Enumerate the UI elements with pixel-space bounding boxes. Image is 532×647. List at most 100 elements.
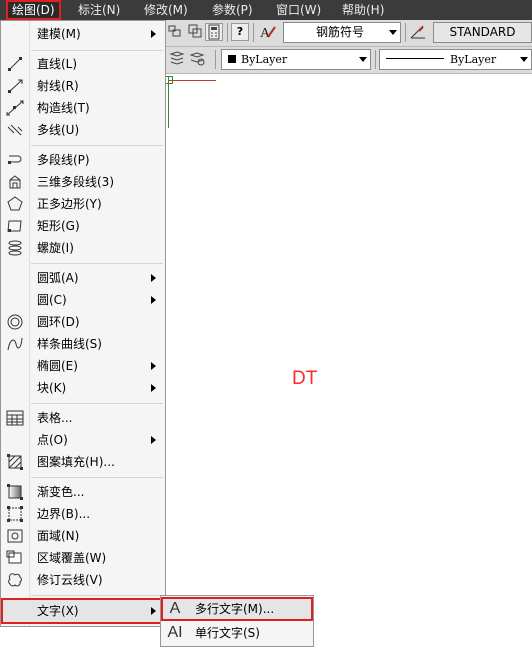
menu-item-polyline[interactable]: 多段线(P)	[1, 149, 165, 171]
canvas-text: DT	[292, 368, 318, 389]
menu-item-polygon[interactable]: 正多边形(Y)	[1, 193, 165, 215]
menu-item-label: 射线(R)	[37, 79, 79, 93]
copy-tool-icon[interactable]	[187, 23, 205, 41]
layer-states-icon[interactable]	[169, 50, 187, 68]
menu-item-hatch[interactable]: 图案填充(H)...	[1, 451, 165, 473]
menu-modify[interactable]: 修改(M)	[138, 0, 194, 20]
menu-item-helix[interactable]: 螺旋(I)	[1, 237, 165, 259]
ucs-x-axis	[168, 80, 216, 81]
submenu-item-single-line-text[interactable]: AI 单行文字(S)	[161, 621, 313, 645]
color-swatch-icon	[228, 55, 236, 63]
menu-draw[interactable]: 绘图(D)	[6, 0, 61, 20]
boundary-icon	[6, 506, 24, 522]
menu-item-label: 圆弧(A)	[37, 271, 79, 285]
layer-tool-icon[interactable]	[167, 23, 185, 41]
revcloud-icon	[6, 572, 24, 588]
menu-item-spline[interactable]: 样条曲线(S)	[1, 333, 165, 355]
menu-item-multiline[interactable]: 多线(U)	[1, 119, 165, 141]
mtext-icon: A	[169, 600, 181, 617]
submenu-item-mtext[interactable]: A 多行文字(M)...	[161, 597, 313, 621]
xline-icon	[6, 100, 24, 116]
chevron-down-icon	[359, 57, 367, 62]
menu-item-3d-polyline[interactable]: 三维多段线(3)	[1, 171, 165, 193]
menu-item-revision-cloud[interactable]: 修订云线(V)	[1, 569, 165, 591]
submenu-arrow-icon	[151, 607, 156, 615]
menu-item-label: 构造线(T)	[37, 101, 90, 115]
menu-item-label: 建模(M)	[37, 27, 81, 41]
menu-item-label: 区域覆盖(W)	[37, 551, 107, 565]
submenu-arrow-icon	[151, 274, 156, 282]
color-combo[interactable]: ByLayer	[221, 49, 371, 70]
menu-item-block[interactable]: 块(K)	[1, 377, 165, 399]
menu-item-ray[interactable]: 射线(R)	[1, 75, 165, 97]
menu-item-region[interactable]: 面域(N)	[1, 525, 165, 547]
menu-parametric[interactable]: 参数(P)	[206, 0, 259, 20]
single-line-text-icon: AI	[167, 624, 183, 641]
draw-menu: 建模(M) 直线(L) 射线(R) 构造线(T) 多线(U) 多段线(P) 三维…	[0, 20, 166, 627]
text-style-icon[interactable]: A	[259, 23, 277, 41]
table-icon	[6, 410, 24, 426]
drawing-canvas[interactable]	[165, 74, 532, 647]
gradient-icon	[6, 484, 24, 500]
color-combo-value: ByLayer	[241, 53, 288, 66]
menu-window[interactable]: 窗口(W)	[270, 0, 327, 20]
menu-item-table[interactable]: 表格...	[1, 407, 165, 429]
submenu-arrow-icon	[151, 362, 156, 370]
menu-item-point[interactable]: 点(O)	[1, 429, 165, 451]
menu-item-label: 面域(N)	[37, 529, 80, 543]
submenu-arrow-icon	[151, 384, 156, 392]
menu-item-label: 圆环(D)	[37, 315, 80, 329]
menu-item-boundary[interactable]: 边界(B)...	[1, 503, 165, 525]
calculator-icon[interactable]	[205, 23, 223, 41]
menu-item-label: 块(K)	[37, 381, 67, 395]
menu-item-label: 表格...	[37, 411, 73, 425]
ucs-origin-icon	[165, 76, 173, 84]
menu-item-rectangle[interactable]: 矩形(G)	[1, 215, 165, 237]
donut-icon	[6, 314, 24, 330]
text-submenu: A 多行文字(M)... AI 单行文字(S)	[160, 595, 314, 647]
menu-item-text[interactable]: 文字(X)	[1, 598, 165, 624]
submenu-arrow-icon	[151, 296, 156, 304]
linetype-combo[interactable]: ByLayer	[379, 49, 532, 70]
menubar: 绘图(D) 标注(N) 修改(M) 参数(P) 窗口(W) 帮助(H)	[0, 0, 532, 20]
3d-polyline-icon	[6, 174, 24, 190]
menu-item-label: 样条曲线(S)	[37, 337, 102, 351]
menu-item-label: 螺旋(I)	[37, 241, 74, 255]
menu-dimension[interactable]: 标注(N)	[72, 0, 126, 20]
chevron-down-icon	[520, 57, 528, 62]
menu-item-gradient[interactable]: 渐变色...	[1, 481, 165, 503]
line-icon	[6, 56, 24, 72]
chevron-down-icon	[389, 30, 397, 35]
wipeout-icon	[6, 550, 24, 566]
linetype-line-icon	[386, 58, 444, 59]
region-icon	[6, 528, 24, 544]
menu-help[interactable]: 帮助(H)	[336, 0, 390, 20]
menu-item-label: 多段线(P)	[37, 153, 90, 167]
mline-icon	[6, 122, 24, 138]
submenu-item-label: 多行文字(M)...	[195, 602, 275, 616]
layer-previous-icon[interactable]	[189, 50, 207, 68]
menu-item-wipeout[interactable]: 区域覆盖(W)	[1, 547, 165, 569]
polyline-icon	[6, 152, 24, 168]
menu-item-label: 三维多段线(3)	[37, 175, 114, 189]
dim-style-button[interactable]: STANDARD	[433, 22, 532, 43]
help-button[interactable]: ?	[231, 23, 249, 41]
menu-item-modeling[interactable]: 建模(M)	[1, 23, 165, 45]
submenu-arrow-icon	[151, 30, 156, 38]
dim-style-icon[interactable]	[409, 23, 427, 41]
helix-icon	[6, 240, 24, 256]
menu-item-label: 多线(U)	[37, 123, 80, 137]
menu-item-arc[interactable]: 圆弧(A)	[1, 267, 165, 289]
hatch-icon	[6, 454, 24, 470]
menu-item-line[interactable]: 直线(L)	[1, 53, 165, 75]
menu-item-ellipse[interactable]: 椭圆(E)	[1, 355, 165, 377]
menu-item-label: 图案填充(H)...	[37, 455, 115, 469]
text-style-combo[interactable]: 钢筋符号	[283, 22, 401, 43]
menu-item-construction-line[interactable]: 构造线(T)	[1, 97, 165, 119]
menu-item-donut[interactable]: 圆环(D)	[1, 311, 165, 333]
polygon-icon	[6, 196, 24, 212]
linetype-combo-value: ByLayer	[450, 53, 497, 66]
ray-icon	[6, 78, 24, 94]
menu-item-label: 边界(B)...	[37, 507, 91, 521]
menu-item-circle[interactable]: 圆(C)	[1, 289, 165, 311]
